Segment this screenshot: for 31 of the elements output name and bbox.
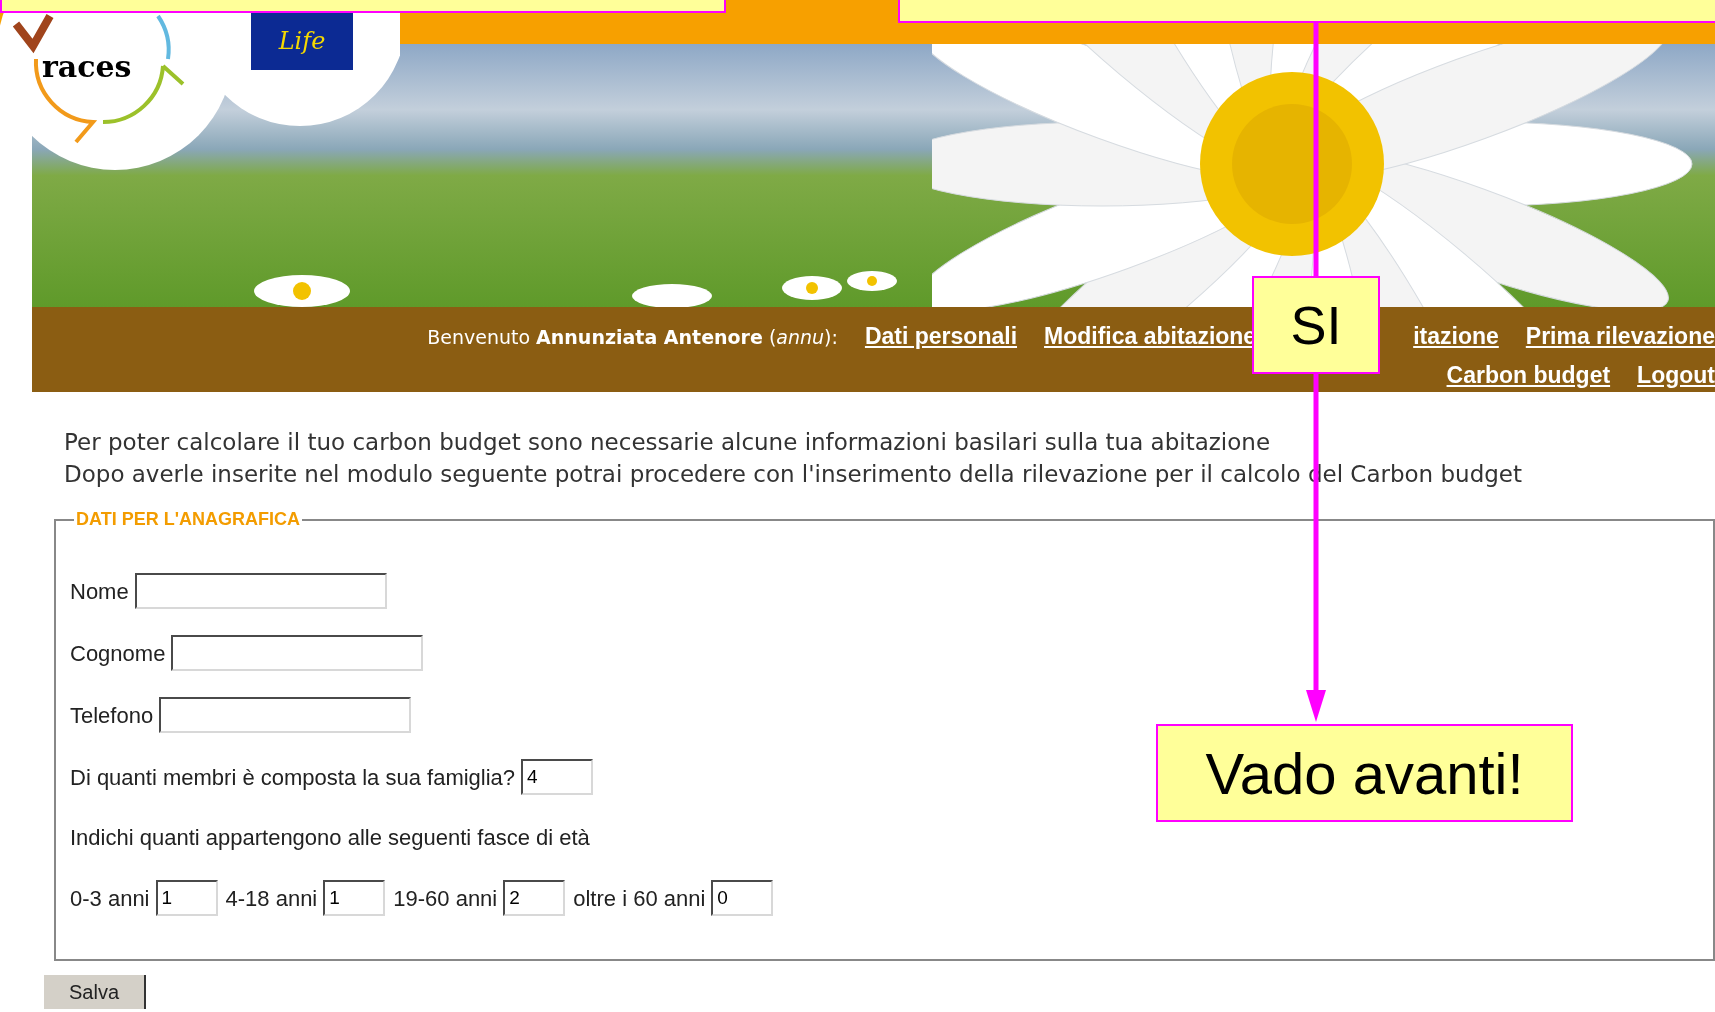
field-label: oltre i 60 anni [573,884,706,913]
input-field[interactable]: 1 [323,880,386,916]
input-field[interactable]: 0 [711,880,774,916]
field-label: 0-3 anni [70,884,150,913]
field-label: Di quanti membri è composta la sua famiglia? [70,763,516,792]
nav-link[interactable]: itazione [1413,319,1499,354]
nav-link[interactable]: Carbon budget [1446,357,1611,392]
intro-text: Per poter calcolare il tuo carbon budget sono necessarie alcune informazioni basilari sulla tua abitazione [64,428,1272,457]
field-label: Cognome [70,639,166,668]
logo-text: races [42,48,132,86]
input-field[interactable] [134,573,387,609]
input-field[interactable] [159,697,412,733]
callout-text: Vado avanti! [1205,739,1524,808]
input-field[interactable]: 2 [503,880,566,916]
nav-link[interactable]: Dati personali [864,319,1018,354]
callout-text: SI [1290,293,1342,357]
input-field[interactable]: 4 [521,759,594,795]
nav-link[interactable]: Logout [1637,357,1715,392]
field-label: 19-60 anni [393,884,498,913]
nav-link[interactable]: Prima rilevazione [1525,319,1715,354]
field-label: 4-18 anni [225,884,318,913]
save-button[interactable]: Salva [44,975,146,1009]
field-label: Telefono [70,701,154,730]
welcome-text: Benvenuto Annunziata Antenore (annu): [427,325,838,350]
input-field[interactable] [171,635,424,671]
nav-link[interactable]: Modifica abitazione [1044,319,1257,354]
eu-logo-text: Life [278,26,326,57]
form-legend: DATI PER L'ANAGRAFICA [74,506,302,533]
input-field[interactable]: 1 [155,880,218,916]
field-label: Nome [70,577,129,606]
age-prompt: Indichi quanti appartengono alle seguenti fasce di età [70,824,591,852]
